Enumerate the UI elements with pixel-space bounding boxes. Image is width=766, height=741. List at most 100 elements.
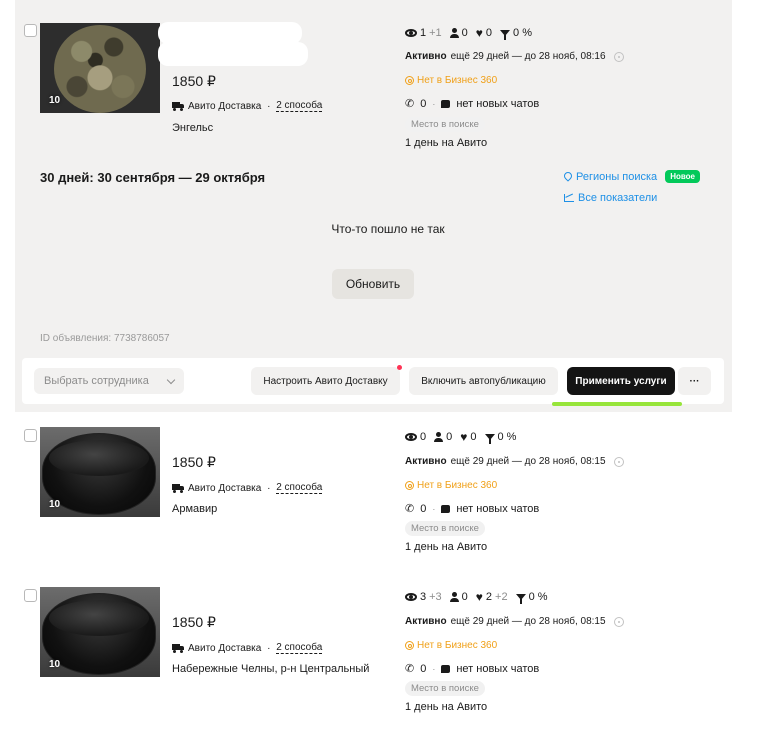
filter-icon <box>515 594 526 604</box>
conversion-rate: 0 % <box>513 27 533 39</box>
calls-chats: ✆ 0 · нет новых чатов <box>405 97 540 111</box>
heart-icon: ♥ <box>475 26 483 40</box>
chats-status: нет новых чатов <box>456 662 540 675</box>
days-on-avito: 1 день на Авито <box>405 541 488 553</box>
info-icon[interactable] <box>613 616 624 627</box>
regions-label: Регионы поиска <box>576 170 658 183</box>
regions-link[interactable]: Регионы поиска Новое <box>564 170 700 183</box>
filter-icon <box>484 434 495 444</box>
photo-count: 10 <box>49 499 61 510</box>
listing-price: 1850 ₽ <box>172 614 216 630</box>
listing-stats: 3 +3 0 ♥ 2 +2 0 % <box>405 591 548 604</box>
listing-item: 10 1850 ₽ Авито Доставка · 2 способа Энг… <box>0 0 766 149</box>
favorites-count: 2 <box>485 591 493 603</box>
notification-dot <box>397 365 402 370</box>
delivery-separator: · <box>264 100 274 112</box>
setup-delivery-label: Настроить Авито Доставку <box>263 375 388 387</box>
info-icon[interactable] <box>613 456 624 467</box>
calls-chats: ✆ 0 · нет новых чатов <box>405 662 540 676</box>
days-on-avito: 1 день на Авито <box>405 137 488 149</box>
business-icon <box>405 641 414 650</box>
conversion-rate: 0 % <box>497 431 517 443</box>
new-badge: Новое <box>665 170 700 183</box>
listing-checkbox[interactable] <box>24 429 37 442</box>
truck-icon <box>172 483 185 493</box>
listing-checkbox[interactable] <box>24 24 37 37</box>
listing-action-bar: Выбрать сотрудника Настроить Авито Доста… <box>22 358 724 404</box>
listing-title-redacted <box>158 22 308 66</box>
all-stats-link[interactable]: Все показатели <box>564 192 657 204</box>
refresh-button[interactable]: Обновить <box>332 269 414 299</box>
delivery-methods-link[interactable]: 2 способа <box>276 482 323 494</box>
heart-icon: ♥ <box>460 430 468 444</box>
search-place-badge[interactable]: Место в поиске <box>405 681 485 696</box>
photo-count: 10 <box>49 95 61 106</box>
chat-icon <box>441 504 451 513</box>
listing-stats: 1 +1 0 ♥ 0 0 % <box>405 26 533 40</box>
status-active: Активно <box>405 456 447 467</box>
delivery-separator: · <box>264 482 274 494</box>
business-status[interactable]: Нет в Бизнес 360 <box>405 75 497 86</box>
setup-delivery-button[interactable]: Настроить Авито Доставку <box>251 365 402 395</box>
favorites-count: 0 <box>485 27 493 39</box>
listing-photo[interactable]: 10 <box>40 23 160 113</box>
separator-dot: · <box>432 663 436 674</box>
listing-photo[interactable]: 10 <box>40 427 160 517</box>
business-status[interactable]: Нет в Бизнес 360 <box>405 480 497 491</box>
phone-icon: ✆ <box>405 663 415 675</box>
all-stats-label: Все показатели <box>578 192 658 204</box>
chevron-down-icon <box>166 375 176 384</box>
delivery-info: Авито Доставка · 2 способа <box>172 100 323 112</box>
favorites-count: 0 <box>470 431 477 443</box>
employee-placeholder: Выбрать сотрудника <box>44 375 149 387</box>
listing-stats: 0 0 ♥ 0 0 % <box>405 430 517 444</box>
listing-photo[interactable]: 10 <box>40 587 160 677</box>
business-icon <box>405 76 414 85</box>
calls-chats: ✆ 0 · нет новых чатов <box>405 502 539 516</box>
chart-icon <box>564 194 574 202</box>
listing-checkbox[interactable] <box>24 589 37 602</box>
autopublish-button[interactable]: Включить автопубликацию <box>409 367 558 395</box>
listing-city: Набережные Челны, р-н Центральный <box>172 663 370 675</box>
views-count: 1 <box>420 27 427 39</box>
contacts-count: 0 <box>446 431 453 443</box>
delivery-label: Авито Доставка <box>188 100 262 112</box>
delivery-methods-link[interactable]: 2 способа <box>276 100 323 112</box>
employee-select[interactable]: Выбрать сотрудника <box>34 368 184 394</box>
listing-price: 1850 ₽ <box>172 454 216 470</box>
days-on-avito: 1 день на Авито <box>405 701 488 713</box>
business-icon <box>405 481 414 490</box>
favorites-plus: +2 <box>495 591 508 603</box>
eye-icon <box>405 593 417 601</box>
apply-services-button[interactable]: Применить услуги <box>567 367 675 395</box>
conversion-rate: 0 % <box>528 591 548 603</box>
eye-icon <box>405 29 417 37</box>
status-active: Активно <box>405 616 447 627</box>
search-place-badge[interactable]: Место в поиске <box>405 117 485 132</box>
user-icon <box>449 28 459 38</box>
separator-dot: · <box>432 98 436 109</box>
filter-icon <box>500 30 511 40</box>
listing-status: Активно ещё 29 дней — до 28 нояб, 08:15 <box>405 616 624 627</box>
phone-icon: ✆ <box>405 503 415 515</box>
business-status[interactable]: Нет в Бизнес 360 <box>405 640 497 651</box>
calls-count: 0 <box>420 662 427 675</box>
chats-status: нет новых чатов <box>456 97 540 110</box>
info-icon[interactable] <box>613 51 624 62</box>
eye-icon <box>405 433 417 441</box>
ad-id: ID объявления: 7738786057 <box>40 333 170 344</box>
user-icon <box>449 592 459 602</box>
listing-price: 1850 ₽ <box>172 73 216 89</box>
calls-count: 0 <box>420 502 427 515</box>
separator-dot: · <box>432 503 436 514</box>
delivery-methods-link[interactable]: 2 способа <box>276 642 323 654</box>
truck-icon <box>172 101 185 111</box>
status-active: Активно <box>405 51 447 62</box>
views-count: 3 <box>420 591 427 603</box>
error-message: Что-то пошло не так <box>331 222 445 236</box>
truck-icon <box>172 643 185 653</box>
listing-item: 10 1850 ₽ Авито Доставка · 2 способа Наб… <box>0 565 766 713</box>
search-place-badge[interactable]: Место в поиске <box>405 521 485 536</box>
more-button[interactable]: ··· <box>678 367 711 395</box>
delivery-separator: · <box>264 642 274 654</box>
